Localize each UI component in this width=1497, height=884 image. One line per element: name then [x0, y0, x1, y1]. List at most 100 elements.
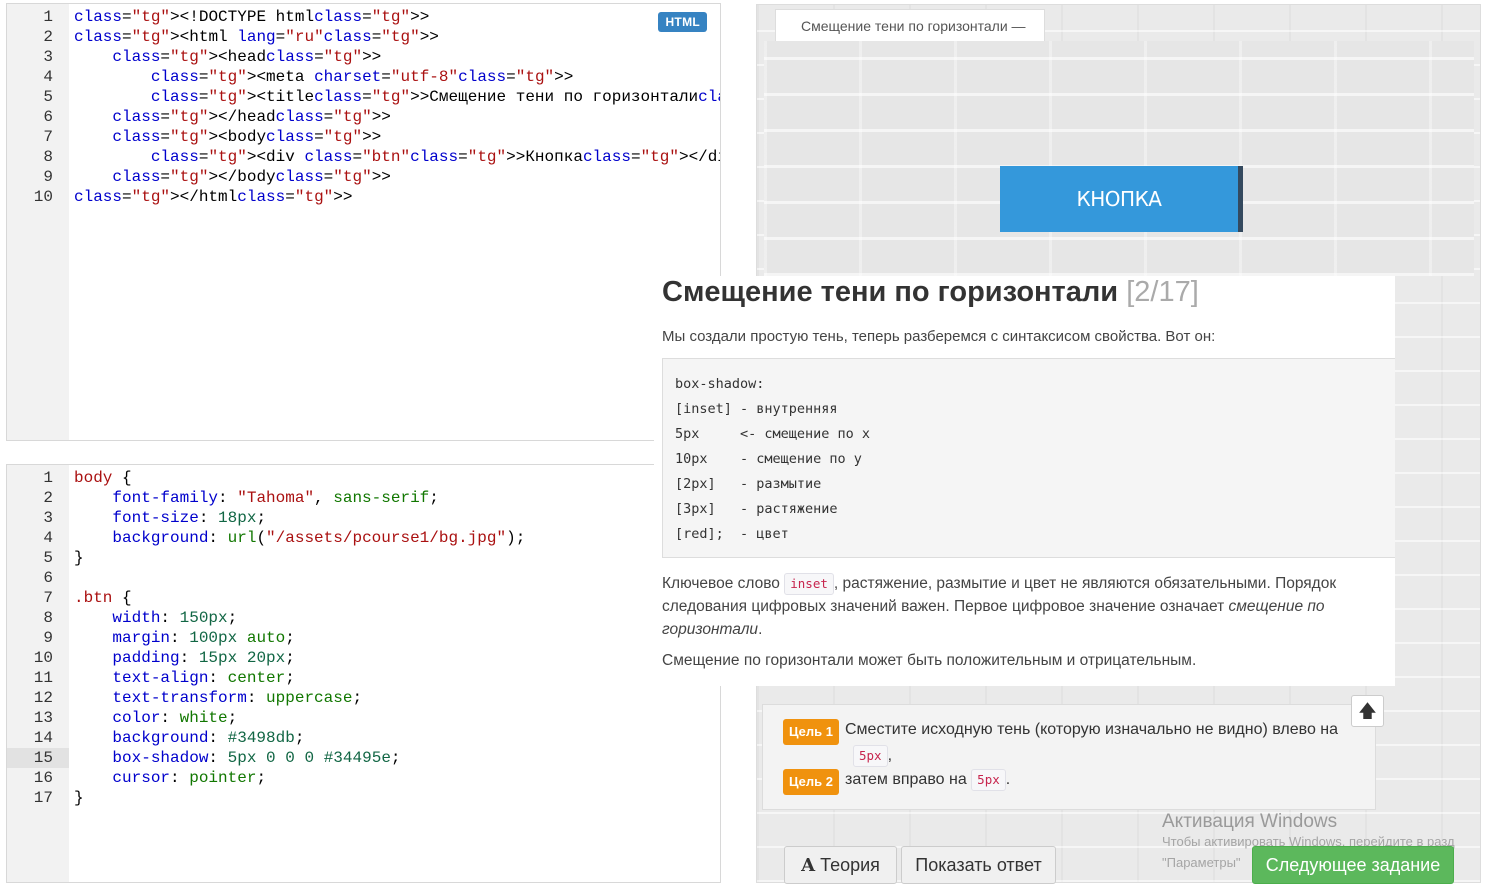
- line-number: 2: [43, 489, 53, 507]
- code-line[interactable]: 16 cursor: pointer;: [7, 768, 720, 788]
- line-number: 5: [43, 549, 53, 567]
- syntax-line: [red]; - цвет: [675, 526, 789, 542]
- code-line[interactable]: 10 class="tg"></htmlclass="tg">>: [7, 187, 720, 207]
- line-code: body {: [74, 469, 132, 487]
- line-code: }: [74, 549, 84, 567]
- note-paragraph: Смещение по горизонтали может быть полож…: [662, 652, 1197, 669]
- syntax-line: [3px] - растяжение: [675, 501, 838, 517]
- line-code: class="tg"><div class="btn"class="tg">>К…: [150, 148, 720, 166]
- show-answer-button[interactable]: Показать ответ: [901, 846, 1056, 884]
- line-code: font-size: 18px;: [112, 509, 267, 527]
- line-number: 8: [43, 148, 53, 166]
- code-line[interactable]: 10 padding: 15px 20px;: [7, 648, 720, 668]
- line-number: 15: [7, 748, 69, 768]
- code-line[interactable]: 7 .btn {: [7, 588, 720, 608]
- line-code: text-transform: uppercase;: [112, 689, 363, 707]
- inline-code: inset: [784, 573, 834, 595]
- line-code: class="tg"><meta charset="utf-8"class="t…: [150, 68, 574, 86]
- text: .: [1005, 771, 1011, 788]
- goal-text: Сместите исходную тень (которую изначаль…: [844, 721, 1339, 738]
- code-line[interactable]: 8 class="tg"><div class="btn"class="tg">…: [7, 147, 720, 167]
- line-number: 1: [43, 8, 53, 26]
- line-code: margin: 100px auto;: [112, 629, 295, 647]
- code-line[interactable]: 3 class="tg"><headclass="tg">>: [7, 47, 720, 67]
- line-code: background: #3498db;: [112, 729, 305, 747]
- code-lines: 1 body {2 font-family: "Tahoma", sans-ser…: [7, 468, 720, 808]
- css-editor[interactable]: 1 body {2 font-family: "Tahoma", sans-ser…: [6, 464, 721, 883]
- line-code: width: 150px;: [112, 609, 238, 627]
- code-line[interactable]: 14 background: #3498db;: [7, 728, 720, 748]
- preview-tab[interactable]: Смещение тени по горизонтали —: [775, 9, 1045, 41]
- arrow-up-icon: 🡅: [1358, 701, 1377, 721]
- code-line[interactable]: 15 box-shadow: 5px 0 0 0 #34495e;: [7, 748, 720, 768]
- line-code: class="tg"><bodyclass="tg">>: [112, 128, 382, 146]
- code-line[interactable]: 9 margin: 100px auto;: [7, 628, 720, 648]
- explanation-paragraph: Ключевое слово inset, растяжение, размыт…: [662, 572, 1382, 641]
- line-code: class="tg"><titleclass="tg">>Смещение те…: [150, 88, 720, 106]
- code-line[interactable]: 8 width: 150px;: [7, 608, 720, 628]
- line-number: 16: [33, 769, 53, 787]
- activation-watermark-text: "Параметры": [1162, 855, 1241, 870]
- inline-code: 5px: [853, 745, 888, 767]
- line-number: 8: [43, 609, 53, 627]
- code-line[interactable]: 13 color: white;: [7, 708, 720, 728]
- lesson-title: Смещение тени по горизонтали [2/17]: [662, 276, 1199, 309]
- code-line[interactable]: 2 font-family: "Tahoma", sans-serif;: [7, 488, 720, 508]
- code-line[interactable]: 1 class="tg"><!DOCTYPE htmlclass="tg">>: [7, 7, 720, 27]
- line-code: class="tg"></bodyclass="tg">>: [112, 168, 391, 186]
- syntax-line: 10px - смещение по y: [675, 451, 862, 467]
- code-line[interactable]: 5}: [7, 548, 720, 568]
- code-line[interactable]: 6 class="tg"></headclass="tg">>: [7, 107, 720, 127]
- goal-badge: Цель 1: [783, 719, 839, 745]
- code-line[interactable]: 5 class="tg"><titleclass="tg">>Смещение …: [7, 87, 720, 107]
- goal-badge: Цель 2: [783, 769, 839, 795]
- code-line[interactable]: 6: [7, 568, 720, 588]
- theory-button[interactable]: A Теория: [784, 846, 897, 884]
- next-task-button[interactable]: Следующее задание: [1252, 846, 1454, 884]
- line-code: class="tg"></headclass="tg">>: [112, 108, 391, 126]
- line-code: box-shadow: 5px 0 0 0 #34495e;: [112, 749, 401, 767]
- line-number: 9: [43, 629, 53, 647]
- line-code: text-align: center;: [112, 669, 295, 687]
- code-line[interactable]: 9 class="tg"></bodyclass="tg">>: [7, 167, 720, 187]
- lesson-title-text: Смещение тени по горизонтали: [662, 276, 1119, 308]
- line-code: class="tg"><!DOCTYPE htmlclass="tg">>: [74, 8, 430, 26]
- code-line[interactable]: 4 class="tg"><meta charset="utf-8"class=…: [7, 67, 720, 87]
- syntax-line: [inset] - внутренняя: [675, 401, 838, 417]
- code-line[interactable]: 11 text-align: center;: [7, 668, 720, 688]
- code-line[interactable]: 17}: [7, 788, 720, 808]
- code-lines: 1 class="tg"><!DOCTYPE htmlclass="tg">> 2 c…: [7, 7, 720, 207]
- line-number: 7: [43, 589, 53, 607]
- line-number: 4: [43, 68, 53, 86]
- activation-watermark-title: Активация Windows: [1162, 811, 1338, 832]
- code-line[interactable]: 2 class="tg"><html lang="ru"class="tg">>: [7, 27, 720, 47]
- text: ,: [887, 747, 893, 764]
- line-number: 10: [33, 649, 53, 667]
- syntax-line: [2px] - размытие: [675, 476, 822, 492]
- line-number: 9: [43, 168, 53, 186]
- syntax-line: box-shadow:: [675, 376, 765, 392]
- line-number: 14: [33, 729, 53, 747]
- html-editor[interactable]: 1 class="tg"><!DOCTYPE htmlclass="tg">> 2 c…: [6, 3, 721, 441]
- line-number: 11: [33, 669, 53, 687]
- line-number: 10: [33, 188, 53, 206]
- syntax-code-block: box-shadow: [inset] - внутренняя 5px <- см…: [662, 358, 1395, 558]
- preview-area: [764, 41, 1474, 276]
- line-code: background: url("/assets/pcourse1/bg.jpg…: [112, 529, 526, 547]
- intro-paragraph: Мы создали простую тень, теперь разберем…: [662, 328, 1216, 345]
- line-number: 4: [43, 529, 53, 547]
- inline-code: 5px: [971, 769, 1006, 791]
- line-code: class="tg"><html lang="ru"class="tg">>: [74, 28, 439, 46]
- line-code: color: white;: [112, 709, 238, 727]
- code-line[interactable]: 3 font-size: 18px;: [7, 508, 720, 528]
- code-line[interactable]: 12 text-transform: uppercase;: [7, 688, 720, 708]
- demo-button[interactable]: Кнопка: [1000, 166, 1238, 232]
- code-line[interactable]: 7 class="tg"><bodyclass="tg">>: [7, 127, 720, 147]
- line-number: 3: [43, 48, 53, 66]
- line-code: cursor: pointer;: [112, 769, 267, 787]
- line-number: 6: [43, 569, 53, 587]
- code-line[interactable]: 1 body {: [7, 468, 720, 488]
- html-badge: HTML: [658, 12, 707, 32]
- scroll-up-button[interactable]: 🡅: [1351, 695, 1384, 727]
- code-line[interactable]: 4 background: url("/assets/pcourse1/bg.j…: [7, 528, 720, 548]
